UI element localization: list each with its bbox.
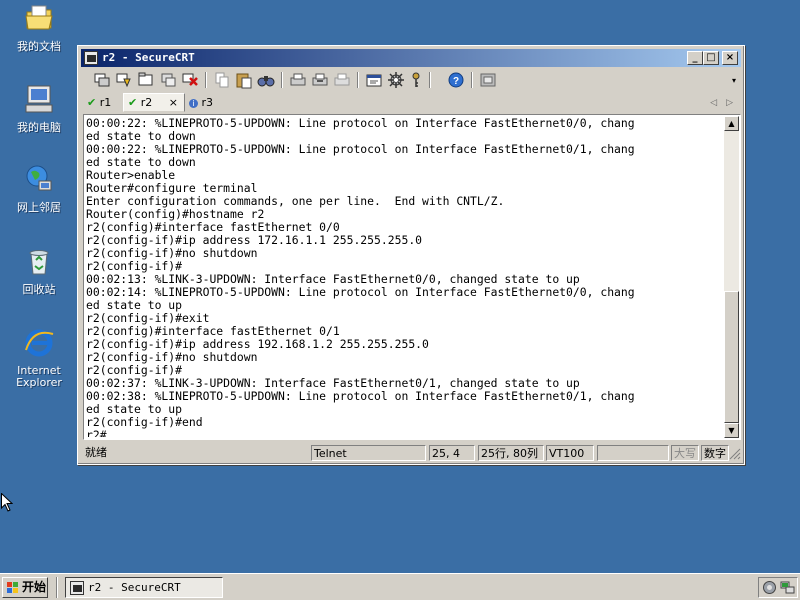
terminal-output[interactable]: 00:00:22: %LINEPROTO-5-UPDOWN: Line prot… [86, 117, 723, 437]
toolbar-separator [471, 72, 473, 88]
scroll-thumb[interactable] [724, 291, 739, 423]
toolbar-separator [357, 72, 359, 88]
connected-check-icon: ✔ [87, 96, 97, 109]
help-icon[interactable]: ? [447, 71, 465, 89]
desktop-icon-internet-explorer[interactable]: Internet Explorer [8, 326, 70, 389]
session-options-icon[interactable] [365, 71, 383, 89]
window-title: r2 - SecureCRT [102, 51, 195, 64]
toolbar-separator [281, 72, 283, 88]
taskbar: 开始 r2 - SecureCRT [0, 573, 800, 600]
key-icon[interactable] [407, 71, 425, 89]
title-bar[interactable]: r2 - SecureCRT _ □ × [81, 49, 741, 67]
toolbar: ? ▾ [83, 68, 739, 92]
resize-grip-icon[interactable] [729, 448, 741, 460]
print-setup-icon[interactable] [333, 71, 351, 89]
desktop-icon-label: Internet Explorer [16, 364, 62, 389]
internet-explorer-icon [25, 329, 54, 357]
minimize-button[interactable]: _ [687, 51, 703, 65]
toolbar-overflow-button[interactable]: ▾ [729, 74, 739, 88]
network-status-icon[interactable] [780, 580, 795, 595]
start-label: 开始 [22, 580, 47, 594]
status-emulation: VT100 [546, 445, 594, 461]
tab-r1[interactable]: ✔ r1 [87, 94, 123, 112]
svg-text:?: ? [453, 76, 459, 87]
tab-label: r1 [99, 96, 112, 109]
maximize-button[interactable]: □ [703, 51, 719, 65]
terminal-line: r2(config-if)#end [86, 415, 203, 429]
start-button[interactable]: 开始 [2, 577, 48, 598]
global-options-icon[interactable] [387, 71, 405, 89]
session-tabs: ✔ r1 ✔ r2 × i r3 ◁ ▷ [83, 93, 739, 112]
desktop-icon-my-documents[interactable]: 我的文档 [8, 2, 70, 53]
tab-r2[interactable]: ✔ r2 × [123, 93, 185, 112]
mouse-pointer-icon [1, 493, 13, 512]
status-bar: 就绪 Telnet 25, 4 25行, 80列 VT100 大写 数字 [81, 444, 741, 462]
connect-icon[interactable] [93, 71, 111, 89]
scroll-down-button[interactable]: ▼ [724, 423, 739, 438]
connect-in-tab-icon[interactable] [137, 71, 155, 89]
info-icon: i [189, 99, 198, 108]
desktop-icon-label: 我的电脑 [17, 121, 61, 134]
status-protocol: Telnet [311, 445, 426, 461]
status-num-lock: 数字 [701, 445, 729, 461]
volume-icon[interactable] [762, 580, 777, 595]
desktop-icon-label: 我的文档 [17, 40, 61, 53]
vertical-scrollbar[interactable]: ▲ ▼ [724, 116, 739, 438]
reconnect-icon[interactable] [159, 71, 177, 89]
paste-icon[interactable] [235, 71, 253, 89]
windows-logo-icon [7, 582, 18, 593]
tab-scroll-right-button[interactable]: ▷ [726, 94, 733, 112]
sftp-icon[interactable] [479, 71, 497, 89]
disconnect-icon[interactable] [181, 71, 199, 89]
quick-connect-icon[interactable] [115, 71, 133, 89]
taskbar-securecrt-button[interactable]: r2 - SecureCRT [65, 577, 223, 598]
my-documents-icon [25, 5, 53, 30]
copy-icon[interactable] [213, 71, 231, 89]
desktop-icon-my-computer[interactable]: 我的电脑 [8, 83, 70, 134]
tab-r3[interactable]: i r3 [189, 94, 225, 112]
find-icon[interactable] [257, 71, 275, 89]
securecrt-app-icon [70, 581, 84, 595]
securecrt-app-icon [84, 51, 98, 65]
tab-close-button[interactable]: × [169, 94, 178, 112]
desktop-icon-label: 网上邻居 [17, 201, 61, 214]
connected-check-icon: ✔ [128, 96, 138, 109]
desktop-icon-recycle-bin[interactable]: 回收站 [8, 245, 70, 296]
system-tray [758, 577, 798, 598]
desktop-icon-network-places[interactable]: 网上邻居 [8, 163, 70, 214]
status-cursor-position: 25, 4 [429, 445, 475, 461]
desktop-icon-label: 回收站 [22, 283, 56, 296]
terminal-panel[interactable]: 00:00:22: %LINEPROTO-5-UPDOWN: Line prot… [83, 114, 741, 440]
my-computer-icon [25, 85, 53, 113]
tab-label: r2 [140, 96, 153, 109]
taskbar-separator [56, 577, 58, 598]
recycle-bin-icon [29, 250, 49, 275]
scroll-up-button[interactable]: ▲ [724, 116, 739, 131]
toolbar-separator [429, 72, 431, 88]
securecrt-window[interactable]: r2 - SecureCRT _ □ × ? ▾ ✔ r1 ✔ r2 × i r… [77, 45, 745, 465]
terminal-line: r2# [86, 428, 107, 438]
close-button[interactable]: × [722, 51, 738, 65]
status-caps-lock: 大写 [671, 445, 699, 461]
print-icon[interactable] [289, 71, 307, 89]
toolbar-separator [205, 72, 207, 88]
tab-scroll-left-button[interactable]: ◁ [710, 94, 717, 112]
network-places-icon [26, 165, 52, 191]
print-selection-icon[interactable] [311, 71, 329, 89]
status-terminal-size: 25行, 80列 [478, 445, 544, 461]
status-ready: 就绪 [85, 446, 107, 459]
status-blank [597, 445, 669, 461]
tab-label: r3 [201, 96, 214, 109]
terminal-line: ed state to down [86, 155, 196, 169]
taskbar-button-label: r2 - SecureCRT [88, 581, 181, 594]
